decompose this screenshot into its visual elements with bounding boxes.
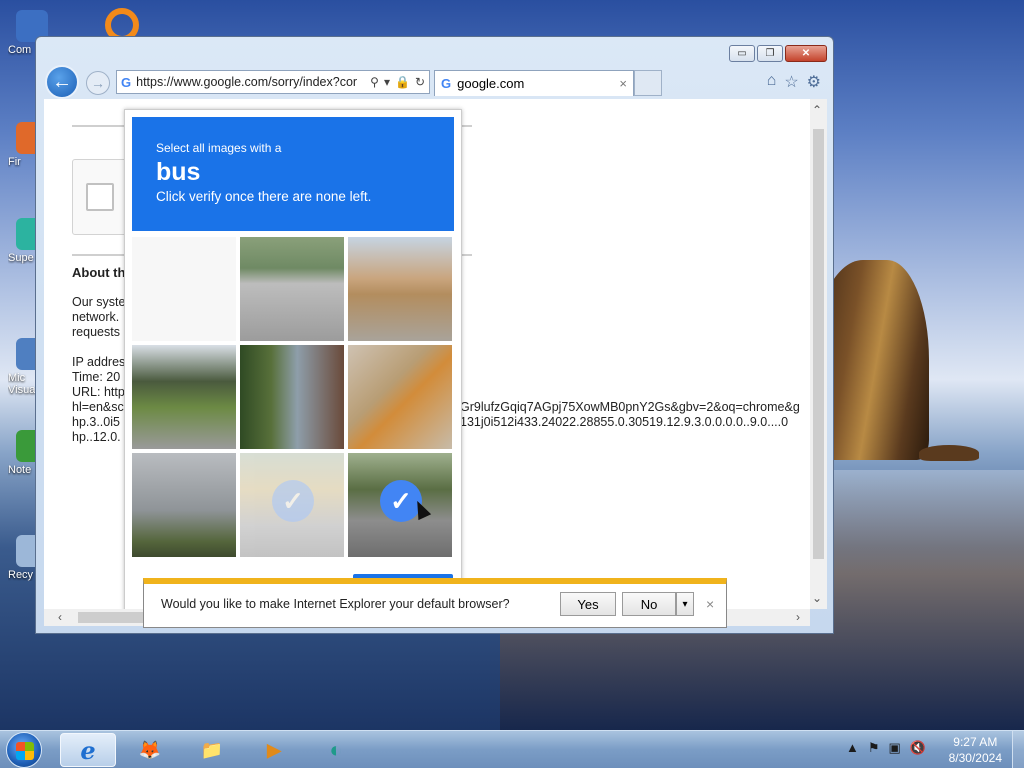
lock-icon[interactable]: 🔒 — [395, 75, 410, 89]
captcha-tile-6[interactable] — [348, 345, 452, 449]
taskbar-app[interactable]: ◐ — [308, 733, 364, 767]
command-icons: ⌂ ☆ ⚙ — [767, 72, 821, 92]
address-tools: ⚲ ▾ 🔒 ↻ — [370, 75, 425, 89]
app-icon: ◐ — [329, 737, 343, 762]
selected-check-icon: ✓ — [272, 480, 314, 522]
scroll-thumb[interactable] — [813, 129, 824, 559]
recaptcha-card — [72, 159, 132, 235]
about-heading: About th — [72, 265, 126, 280]
search-icon[interactable]: ⚲ — [370, 75, 379, 89]
system-clock[interactable]: 9:27 AM 8/30/2024 — [949, 734, 1002, 766]
network-icon[interactable]: ▣ — [889, 740, 901, 756]
captcha-grid: ✓ ✓ — [132, 237, 454, 559]
windows-logo-icon — [16, 742, 34, 760]
show-hidden-icons-icon[interactable]: ▲ — [846, 740, 859, 756]
captcha-tile-8[interactable]: ✓ — [240, 453, 344, 557]
page-line: Time: 20 — [72, 370, 121, 384]
page-line: IP addres — [72, 355, 126, 369]
show-desktop-button[interactable] — [1012, 731, 1024, 768]
restore-button[interactable]: ❐ — [757, 45, 783, 62]
vertical-scrollbar[interactable]: ⌃ ⌄ — [810, 99, 827, 609]
gear-icon[interactable]: ⚙ — [807, 72, 821, 92]
clock-date: 8/30/2024 — [948, 751, 1002, 765]
scroll-left-icon[interactable]: ‹ — [58, 610, 62, 624]
no-button[interactable]: No — [622, 592, 676, 616]
captcha-tile-9[interactable]: ✓ — [348, 453, 452, 557]
page-line: Our syste — [72, 295, 126, 309]
folder-icon: 📁 — [200, 739, 224, 760]
firefox-icon: 🦊 — [138, 739, 162, 760]
back-arrow-icon: ← — [52, 70, 72, 93]
taskbar-file-explorer[interactable]: 📁 — [184, 733, 240, 767]
new-tab-button[interactable] — [634, 70, 662, 96]
system-tray: ▲ ⚑ ▣ 🔇 — [846, 740, 926, 756]
page-line: hp.3..0i5 — [72, 415, 120, 429]
forward-arrow-icon: → — [91, 75, 105, 91]
captcha-tile-1[interactable] — [132, 237, 236, 341]
close-notification-icon[interactable]: × — [706, 596, 714, 612]
captcha-tile-5[interactable] — [240, 345, 344, 449]
tab-title: google.com — [457, 76, 525, 91]
no-dropdown-button[interactable]: ▾ — [676, 592, 694, 616]
url-tail-line: Gr9lufzGqiq7AGpj75XowMB0pnY2Gs&gbv=2&oq=… — [460, 400, 800, 414]
close-window-button[interactable]: ✕ — [785, 45, 827, 62]
volume-muted-icon[interactable]: 🔇 — [910, 740, 926, 756]
scroll-down-icon[interactable]: ⌄ — [812, 591, 822, 605]
internet-explorer-icon: e — [80, 735, 96, 765]
wallpaper-rock — [919, 445, 979, 461]
google-favicon-icon: G — [121, 74, 132, 90]
notification-bar: Would you like to make Internet Explorer… — [143, 578, 727, 628]
recaptcha-checkbox[interactable] — [86, 183, 114, 211]
tab-google[interactable]: G google.com × — [434, 70, 634, 96]
action-center-flag-icon[interactable]: ⚑ — [868, 740, 880, 756]
browser-window: ▭ ❐ ✕ ← → G https://www.google.com/sorry… — [35, 36, 834, 634]
address-bar[interactable]: G https://www.google.com/sorry/index?cor… — [116, 70, 430, 94]
page-line: requests — [72, 325, 120, 339]
minimize-button[interactable]: ▭ — [729, 45, 755, 62]
captcha-target: bus — [156, 158, 201, 186]
captcha-select-line: Select all images with a — [156, 141, 282, 155]
scroll-up-icon[interactable]: ⌃ — [812, 103, 822, 117]
window-controls: ▭ ❐ ✕ — [729, 45, 827, 62]
forward-button[interactable]: → — [86, 71, 110, 95]
home-icon[interactable]: ⌂ — [767, 72, 777, 92]
page-line: hp..12.0. — [72, 430, 121, 444]
back-button[interactable]: ← — [45, 65, 79, 99]
captcha-instruction: Click verify once there are none left. — [156, 189, 372, 204]
captcha-challenge: Select all images with a bus Click verif… — [124, 109, 462, 609]
url-tail-line: 131j0i512i433.24022.28855.0.30519.12.9.3… — [460, 415, 789, 429]
refresh-icon[interactable]: ↻ — [415, 75, 425, 89]
page-line: URL: http — [72, 385, 125, 399]
media-player-icon: ▶ — [267, 739, 281, 760]
taskbar-media-player[interactable]: ▶ — [246, 733, 302, 767]
page-line: hl=en&sc — [72, 400, 124, 414]
address-url[interactable]: https://www.google.com/sorry/index?cor — [136, 75, 358, 89]
taskbar-internet-explorer[interactable]: e — [60, 733, 116, 767]
favorites-star-icon[interactable]: ☆ — [784, 72, 798, 92]
clock-time: 9:27 AM — [953, 735, 998, 749]
captcha-tile-4[interactable] — [132, 345, 236, 449]
captcha-header: Select all images with a bus Click verif… — [132, 117, 454, 231]
captcha-tile-3[interactable] — [348, 237, 452, 341]
taskbar-firefox[interactable]: 🦊 — [122, 733, 178, 767]
start-button[interactable] — [6, 732, 42, 768]
page-line: network. — [72, 310, 120, 324]
chevron-down-icon[interactable]: ▾ — [384, 75, 390, 89]
page-viewport: About th Our syste network. requests IP … — [44, 99, 810, 609]
google-favicon-icon: G — [441, 76, 452, 91]
taskbar: e 🦊 📁 ▶ ◐ ▲ ⚑ ▣ 🔇 9:27 AM 8/30/2024 — [0, 730, 1024, 768]
captcha-tile-7[interactable] — [132, 453, 236, 557]
yes-button[interactable]: Yes — [560, 592, 616, 616]
notification-message: Would you like to make Internet Explorer… — [161, 597, 510, 611]
captcha-tile-2[interactable] — [240, 237, 344, 341]
scroll-right-icon[interactable]: › — [796, 610, 800, 624]
tab-close-button[interactable]: × — [619, 76, 627, 91]
